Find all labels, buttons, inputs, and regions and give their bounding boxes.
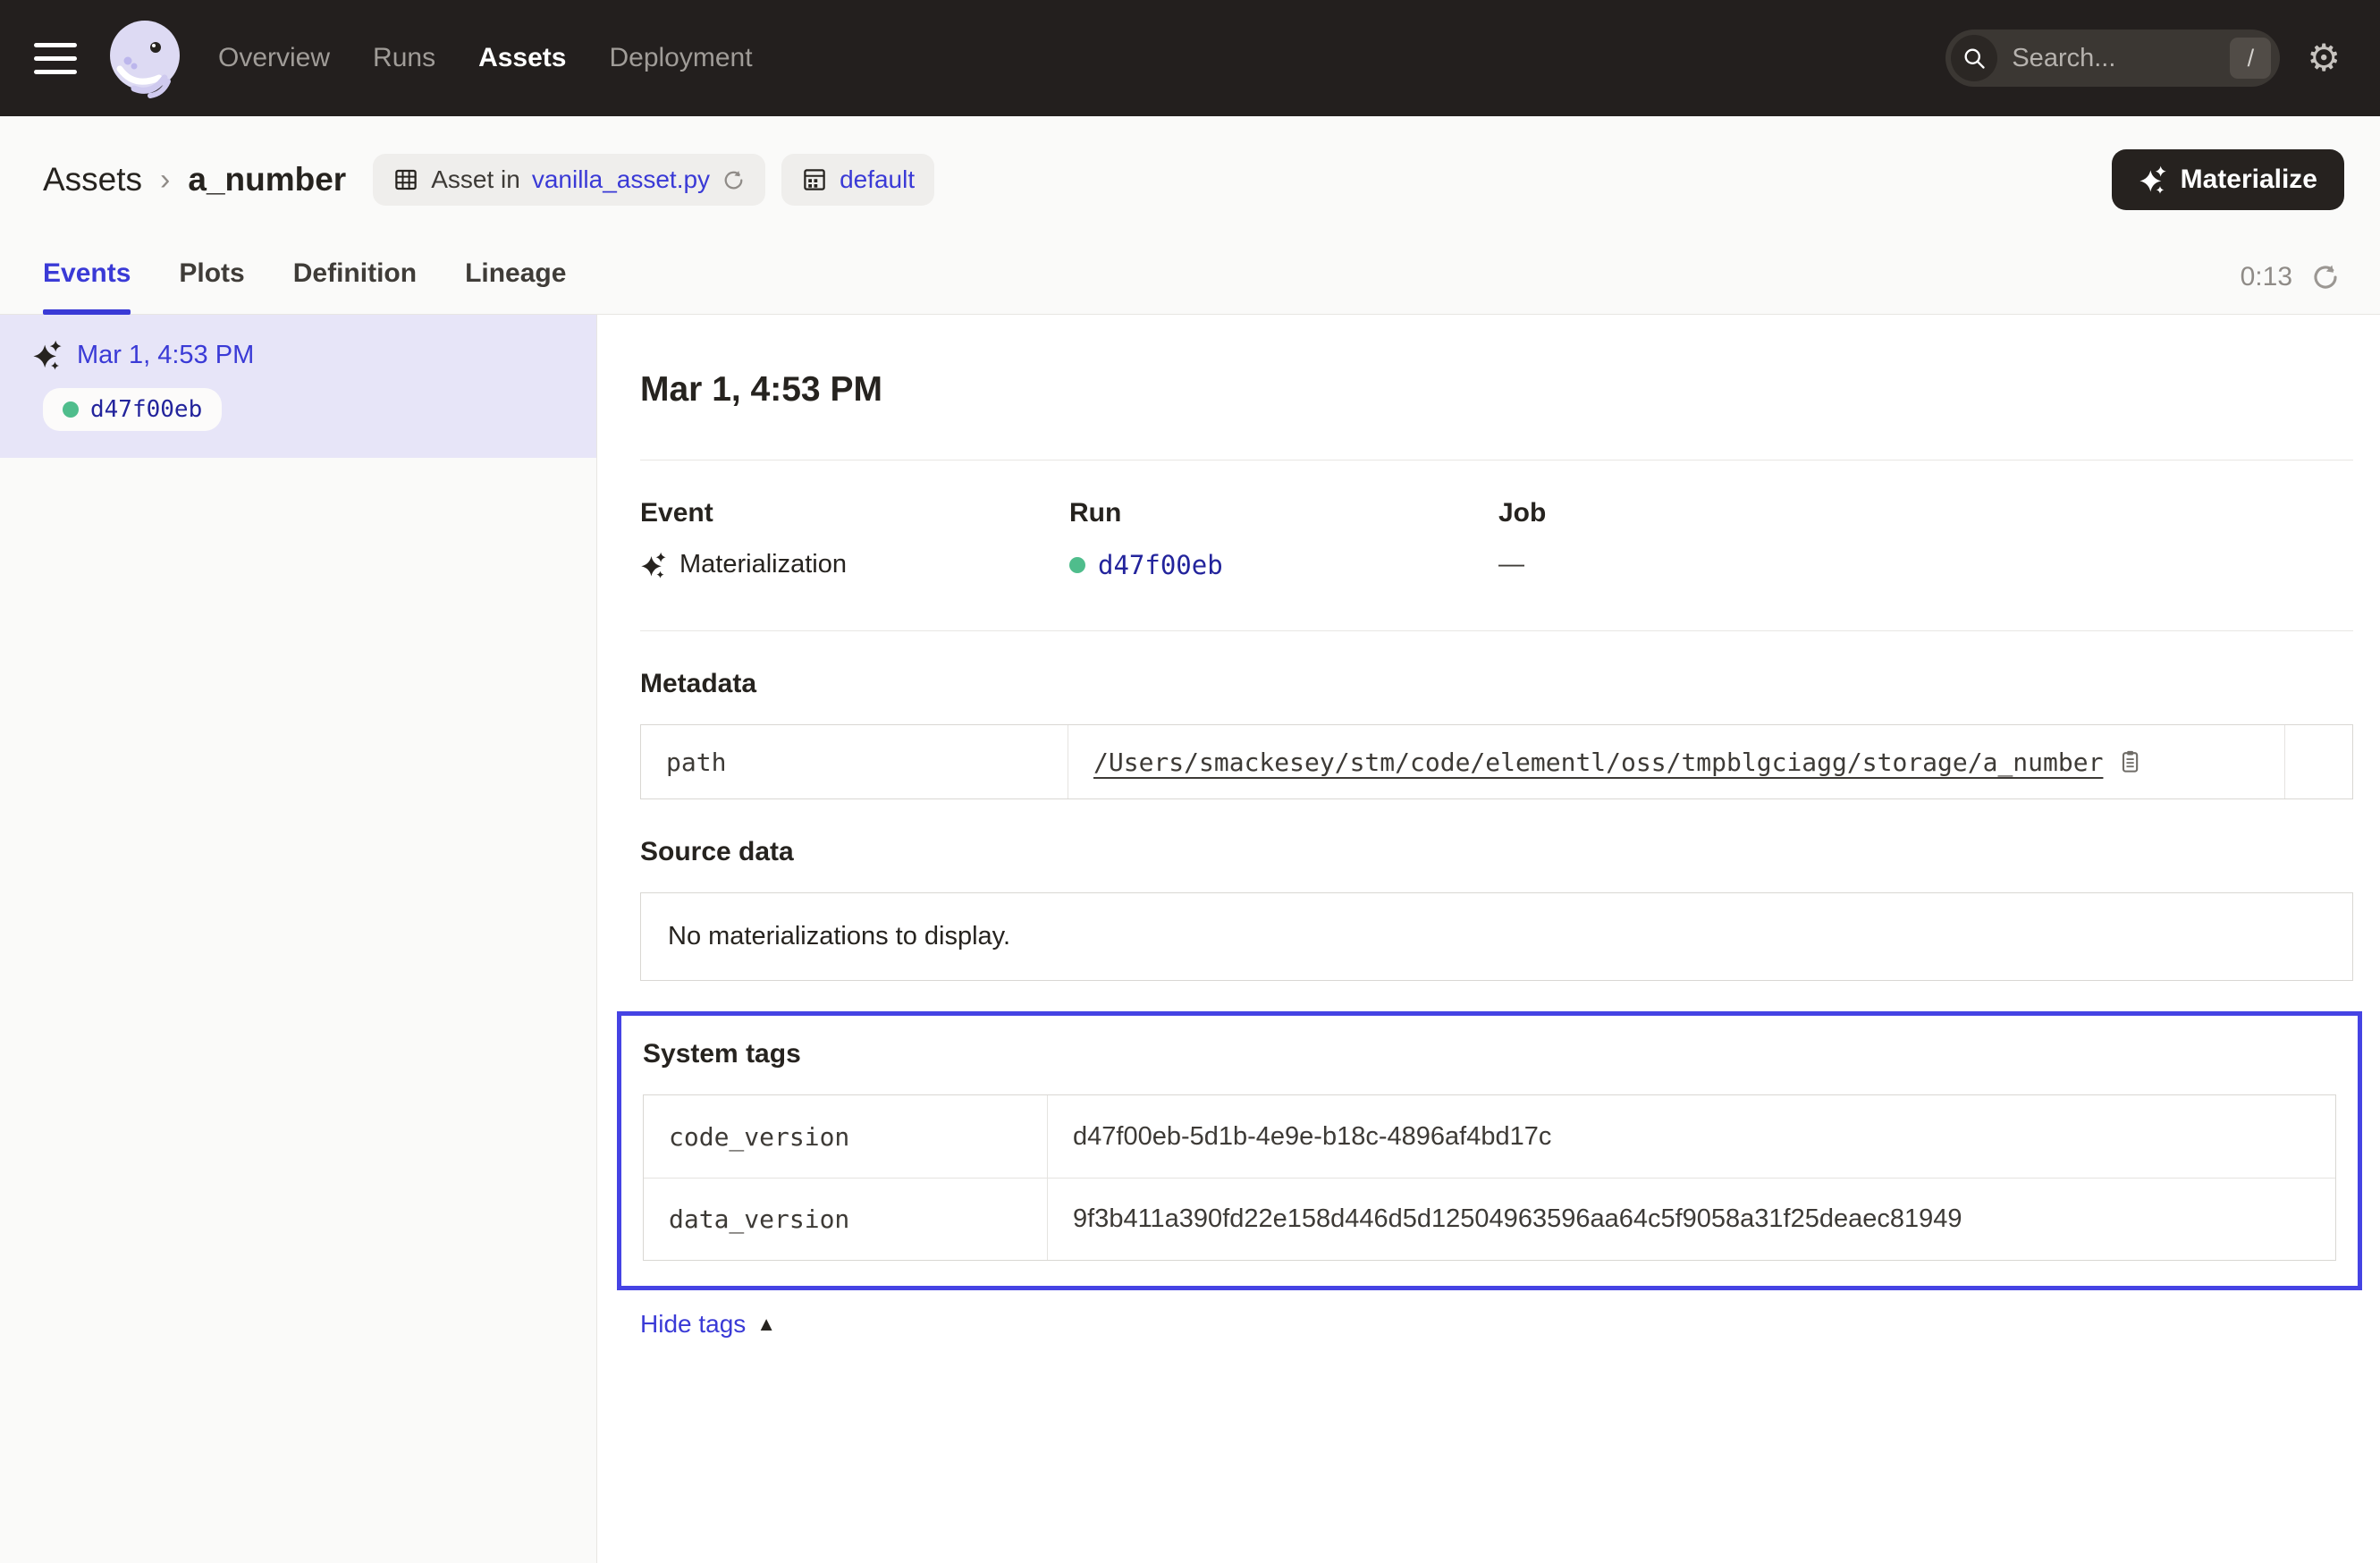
hide-tags-link[interactable]: Hide tags ▲	[640, 1310, 776, 1339]
repo-grid-icon	[801, 166, 828, 193]
search-icon	[1951, 35, 1997, 81]
materialization-sparkle-icon	[32, 340, 63, 370]
chevron-right-icon: ›	[160, 163, 170, 198]
repository-badge[interactable]: default	[781, 154, 934, 206]
reload-icon[interactable]	[722, 168, 746, 192]
caret-up-icon: ▲	[756, 1313, 776, 1336]
system-tag-value: 9f3b411a390fd22e158d446d5d12504963596aa6…	[1048, 1179, 2335, 1260]
job-column-label: Job	[1498, 498, 2353, 528]
top-nav-bar: Overview Runs Assets Deployment Search..…	[0, 0, 2380, 116]
refresh-countdown: 0:13	[2241, 262, 2292, 292]
source-data-empty-state: No materializations to display.	[640, 892, 2353, 981]
nav-runs[interactable]: Runs	[373, 43, 435, 73]
repo-default-link[interactable]: default	[840, 165, 915, 194]
asset-definition-badge[interactable]: Asset in vanilla_asset.py	[373, 154, 765, 206]
metadata-table: path /Users/smackesey/stm/code/elementl/…	[640, 724, 2353, 799]
event-detail-panel: Mar 1, 4:53 PM Event Materialization	[597, 315, 2380, 1563]
run-status-dot	[63, 401, 79, 418]
primary-nav: Overview Runs Assets Deployment	[218, 43, 753, 73]
search-input[interactable]: Search... /	[1945, 30, 2280, 87]
asset-file-link[interactable]: vanilla_asset.py	[532, 165, 710, 194]
event-list-item[interactable]: Mar 1, 4:53 PM d47f00eb	[0, 315, 596, 458]
tab-plots[interactable]: Plots	[179, 258, 244, 314]
materialize-button[interactable]: Materialize	[2112, 149, 2344, 210]
system-tag-key: data_version	[644, 1179, 1048, 1260]
asset-grid-icon	[392, 166, 419, 193]
hide-tags-label: Hide tags	[640, 1310, 746, 1339]
run-column-label: Run	[1069, 498, 1498, 528]
system-tags-table: code_version d47f00eb-5d1b-4e9e-b18c-489…	[643, 1094, 2336, 1261]
materialize-label: Materialize	[2181, 165, 2317, 195]
table-row: code_version d47f00eb-5d1b-4e9e-b18c-489…	[644, 1095, 2335, 1178]
breadcrumb: Assets › a_number	[43, 161, 346, 199]
table-row: data_version 9f3b411a390fd22e158d446d5d1…	[644, 1178, 2335, 1260]
event-column-label: Event	[640, 498, 1069, 528]
tab-definition[interactable]: Definition	[293, 258, 417, 314]
copy-icon[interactable]	[2117, 749, 2142, 774]
system-tag-key: code_version	[644, 1095, 1048, 1178]
tab-lineage[interactable]: Lineage	[465, 258, 566, 314]
events-sidebar: Mar 1, 4:53 PM d47f00eb	[0, 315, 597, 1563]
event-timestamp: Mar 1, 4:53 PM	[77, 341, 254, 370]
nav-assets[interactable]: Assets	[478, 43, 566, 73]
sparkle-icon	[2139, 165, 2167, 194]
system-tags-highlight-box: System tags code_version d47f00eb-5d1b-4…	[617, 1011, 2362, 1290]
metadata-heading: Metadata	[640, 669, 2353, 699]
asset-name: a_number	[188, 161, 346, 199]
menu-icon[interactable]	[34, 43, 77, 74]
nav-overview[interactable]: Overview	[218, 43, 330, 73]
run-badge[interactable]: d47f00eb	[43, 388, 222, 431]
asset-header: Assets › a_number Asset in vanilla_asset…	[0, 116, 2380, 234]
dagster-logo-icon[interactable]	[104, 17, 186, 99]
job-value: —	[1498, 550, 2353, 579]
materialization-sparkle-icon	[640, 552, 667, 579]
system-tags-heading: System tags	[643, 1039, 2336, 1069]
breadcrumb-assets-link[interactable]: Assets	[43, 161, 142, 199]
metadata-path-link[interactable]: /Users/smackesey/stm/code/elementl/oss/t…	[1093, 748, 2103, 777]
run-id-link[interactable]: d47f00eb	[1098, 550, 1223, 580]
run-id: d47f00eb	[90, 396, 202, 423]
metadata-action-cell	[2284, 725, 2352, 798]
search-shortcut-key: /	[2230, 38, 2271, 79]
nav-deployment[interactable]: Deployment	[609, 43, 752, 73]
divider	[640, 630, 2353, 631]
system-tag-value: d47f00eb-5d1b-4e9e-b18c-4896af4bd17c	[1048, 1095, 2335, 1178]
refresh-icon[interactable]	[2310, 262, 2341, 292]
metadata-key: path	[641, 725, 1068, 798]
run-status-dot	[1069, 557, 1085, 573]
event-type-value: Materialization	[679, 550, 847, 579]
search-placeholder: Search...	[2012, 44, 2215, 73]
table-row: path /Users/smackesey/stm/code/elementl/…	[641, 725, 2352, 798]
gear-icon[interactable]: ⚙	[2307, 39, 2341, 77]
asset-badge-prefix: Asset in	[431, 165, 520, 194]
event-detail-title: Mar 1, 4:53 PM	[640, 370, 2353, 410]
asset-tabs: Events Plots Definition Lineage 0:13	[0, 234, 2380, 315]
source-data-heading: Source data	[640, 837, 2353, 867]
tab-events[interactable]: Events	[43, 258, 131, 314]
